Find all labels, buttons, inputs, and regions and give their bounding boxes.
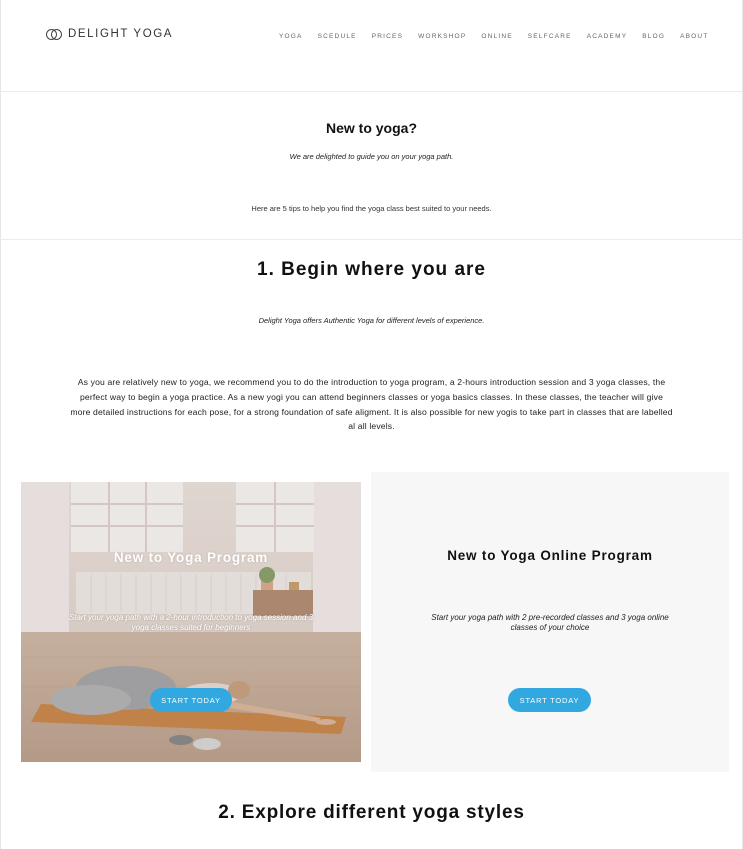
nav-item-prices[interactable]: PRICES (372, 33, 403, 40)
nav-item-online[interactable]: ONLINE (481, 33, 512, 40)
logo[interactable]: DELIGHT YOGA (46, 28, 173, 40)
online-card-text: Start your yoga path with 2 pre-recorded… (431, 613, 669, 632)
online-card-title: New to Yoga Online Program (447, 548, 653, 563)
online-program-card: New to Yoga Online Program Start your yo… (371, 472, 729, 772)
program-card-text: Start your yoga path with a 2-hour intro… (68, 613, 314, 632)
main-nav: YOGA SCEDULE PRICES WORKSHOP ONLINE SELF… (279, 33, 709, 40)
section1-subtitle: Delight Yoga offers Authentic Yoga for d… (258, 316, 485, 325)
intro-tips: Here are 5 tips to help you find the yog… (251, 204, 492, 213)
program-card-title: New to Yoga Program (113, 550, 269, 565)
nav-item-academy[interactable]: ACADEMY (587, 33, 628, 40)
intro-subtitle: We are delighted to guide you on your yo… (289, 152, 454, 161)
section1-title: 1. Begin where you are (257, 259, 486, 280)
intro-section: New to yoga? We are delighted to guide y… (0, 92, 743, 240)
program-card-image: New to Yoga Program Start your yoga path… (21, 482, 361, 762)
intro-title: New to yoga? (325, 120, 417, 136)
nav-item-blog[interactable]: BLOG (642, 33, 665, 40)
logo-text: DELIGHT YOGA (68, 28, 174, 40)
logo-rings-icon (46, 28, 62, 40)
section2-title: 2. Explore different yoga styles (218, 802, 525, 823)
section1-body: As you are relatively new to yoga, we re… (70, 377, 673, 432)
nav-item-about[interactable]: ABOUT (680, 33, 708, 40)
nav-item-workshop[interactable]: WORKSHOP (418, 33, 466, 40)
nav-item-selfcare[interactable]: SELFCARE (528, 33, 572, 40)
nav-item-yoga[interactable]: YOGA (279, 33, 303, 40)
nav-item-schedule[interactable]: SCEDULE (318, 33, 357, 40)
start-today-online-button[interactable]: START TODAY (508, 688, 591, 712)
start-today-button[interactable]: START TODAY (150, 688, 232, 712)
site-header: DELIGHT YOGA YOGA SCEDULE PRICES WORKSHO… (0, 0, 743, 92)
